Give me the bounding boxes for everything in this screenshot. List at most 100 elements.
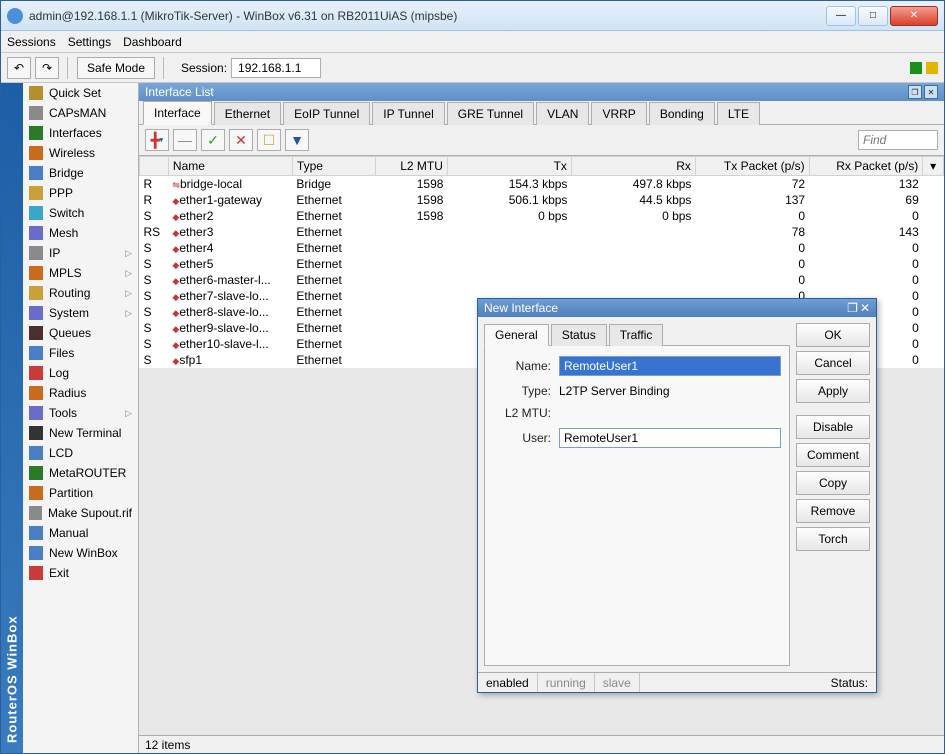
apply-button[interactable]: Apply: [796, 379, 870, 403]
sidebar-item-mpls[interactable]: MPLS▷: [23, 263, 138, 283]
sidebar-item-manual[interactable]: Manual: [23, 523, 138, 543]
sidebar-item-wireless[interactable]: Wireless: [23, 143, 138, 163]
ok-button[interactable]: OK: [796, 323, 870, 347]
dialog-close-button[interactable]: ✕: [860, 301, 870, 315]
sidebar-item-label: PPP: [49, 186, 73, 200]
minimize-button[interactable]: —: [826, 6, 856, 26]
menu-sessions[interactable]: Sessions: [7, 35, 56, 49]
dialog-restore-button[interactable]: ❐: [847, 301, 858, 315]
sidebar-item-label: Quick Set: [49, 86, 101, 100]
sidebar-item-new-terminal[interactable]: New Terminal: [23, 423, 138, 443]
sidebar-item-new-winbox[interactable]: New WinBox: [23, 543, 138, 563]
menu-settings[interactable]: Settings: [68, 35, 111, 49]
table-row[interactable]: R◆ether1-gatewayEthernet1598506.1 kbps44…: [140, 192, 944, 208]
table-row[interactable]: S◆ether2Ethernet15980 bps0 bps00: [140, 208, 944, 224]
sidebar-item-make-supout.rif[interactable]: Make Supout.rif: [23, 503, 138, 523]
menubar: Sessions Settings Dashboard: [1, 31, 944, 53]
table-row[interactable]: RS◆ether3Ethernet78143: [140, 224, 944, 240]
cancel-button[interactable]: Cancel: [796, 351, 870, 375]
tab-ip-tunnel[interactable]: IP Tunnel: [372, 102, 444, 125]
main-area: Interface List ❐ ✕ InterfaceEthernetEoIP…: [139, 83, 944, 753]
table-row[interactable]: S◆ether6-master-l...Ethernet00: [140, 272, 944, 288]
menu-dashboard[interactable]: Dashboard: [123, 35, 182, 49]
tab-bonding[interactable]: Bonding: [649, 102, 715, 125]
tab-vrrp[interactable]: VRRP: [591, 102, 646, 125]
copy-button[interactable]: Copy: [796, 471, 870, 495]
session-value[interactable]: 192.168.1.1: [231, 58, 321, 78]
chevron-right-icon: ▷: [125, 408, 132, 419]
mdi-close-button[interactable]: ✕: [924, 85, 938, 99]
dialog-titlebar[interactable]: New Interface ❐ ✕: [478, 299, 876, 317]
column-header[interactable]: [140, 157, 169, 176]
filter-button[interactable]: ▼: [285, 129, 309, 151]
comment-button[interactable]: Comment: [796, 443, 870, 467]
tab-interface[interactable]: Interface: [143, 101, 212, 125]
dialog-tab-general[interactable]: General: [484, 324, 549, 346]
name-field[interactable]: [559, 356, 781, 376]
close-button[interactable]: ✕: [890, 6, 938, 26]
sidebar-item-label: Partition: [49, 486, 93, 500]
disable-button[interactable]: ✕: [229, 129, 253, 151]
table-row[interactable]: S◆ether4Ethernet00: [140, 240, 944, 256]
column-header[interactable]: Rx: [571, 157, 695, 176]
sidebar-item-ip[interactable]: IP▷: [23, 243, 138, 263]
sidebar-item-metarouter[interactable]: MetaROUTER: [23, 463, 138, 483]
enable-button[interactable]: ✓: [201, 129, 225, 151]
sidebar-item-quick-set[interactable]: Quick Set: [23, 83, 138, 103]
dialog-tab-status[interactable]: Status: [551, 324, 607, 346]
sidebar-item-switch[interactable]: Switch: [23, 203, 138, 223]
torch-button[interactable]: Torch: [796, 527, 870, 551]
remove-button[interactable]: Remove: [796, 499, 870, 523]
sidebar-item-queues[interactable]: Queues: [23, 323, 138, 343]
column-header[interactable]: L2 MTU: [375, 157, 447, 176]
sidebar-item-capsman[interactable]: CAPsMAN: [23, 103, 138, 123]
column-header[interactable]: Rx Packet (p/s): [809, 157, 923, 176]
dialog-status-bar: enabled running slave Status:: [478, 672, 876, 692]
sidebar-item-interfaces[interactable]: Interfaces: [23, 123, 138, 143]
comment-button[interactable]: ☐: [257, 129, 281, 151]
tab-lte[interactable]: LTE: [717, 102, 760, 125]
sidebar-item-radius[interactable]: Radius: [23, 383, 138, 403]
column-menu-button[interactable]: ▾: [923, 157, 944, 176]
column-header[interactable]: Tx Packet (p/s): [695, 157, 809, 176]
sidebar-item-tools[interactable]: Tools▷: [23, 403, 138, 423]
sidebar-item-routing[interactable]: Routing▷: [23, 283, 138, 303]
disable-button[interactable]: Disable: [796, 415, 870, 439]
find-input[interactable]: [858, 130, 938, 150]
column-header[interactable]: Type: [292, 157, 375, 176]
redo-button[interactable]: ↷: [35, 57, 59, 79]
sidebar-item-exit[interactable]: Exit: [23, 563, 138, 583]
sidebar-item-mesh[interactable]: Mesh: [23, 223, 138, 243]
sidebar-item-lcd[interactable]: LCD: [23, 443, 138, 463]
table-row[interactable]: R⇋bridge-localBridge1598154.3 kbps497.8 …: [140, 176, 944, 193]
sidebar-item-bridge[interactable]: Bridge: [23, 163, 138, 183]
status-running: running: [538, 673, 595, 692]
maximize-button[interactable]: □: [858, 6, 888, 26]
sidebar-item-ppp[interactable]: PPP: [23, 183, 138, 203]
sidebar-item-log[interactable]: Log: [23, 363, 138, 383]
table-row[interactable]: S◆ether5Ethernet00: [140, 256, 944, 272]
tab-eoip-tunnel[interactable]: EoIP Tunnel: [283, 102, 370, 125]
column-header[interactable]: Tx: [447, 157, 571, 176]
tab-vlan[interactable]: VLAN: [536, 102, 589, 125]
mdi-restore-button[interactable]: ❐: [908, 85, 922, 99]
sidebar-icon: [29, 526, 43, 540]
column-header[interactable]: Name: [168, 157, 292, 176]
remove-button[interactable]: —: [173, 129, 197, 151]
undo-button[interactable]: ↶: [7, 57, 31, 79]
user-field[interactable]: [559, 428, 781, 448]
sidebar-item-partition[interactable]: Partition: [23, 483, 138, 503]
sidebar-item-label: Queues: [49, 326, 91, 340]
main-toolbar: ↶ ↷ Safe Mode Session: 192.168.1.1: [1, 53, 944, 83]
safe-mode-button[interactable]: Safe Mode: [77, 57, 155, 79]
sidebar-item-system[interactable]: System▷: [23, 303, 138, 323]
add-button[interactable]: ╋▾: [145, 129, 169, 151]
dialog-tab-traffic[interactable]: Traffic: [609, 324, 664, 346]
tab-gre-tunnel[interactable]: GRE Tunnel: [447, 102, 534, 125]
sidebar-icon: [29, 166, 43, 180]
titlebar[interactable]: admin@192.168.1.1 (MikroTik-Server) - Wi…: [1, 1, 944, 31]
interface-list-titlebar[interactable]: Interface List ❐ ✕: [139, 83, 944, 101]
sidebar-icon: [29, 266, 43, 280]
tab-ethernet[interactable]: Ethernet: [214, 102, 281, 125]
sidebar-item-files[interactable]: Files: [23, 343, 138, 363]
